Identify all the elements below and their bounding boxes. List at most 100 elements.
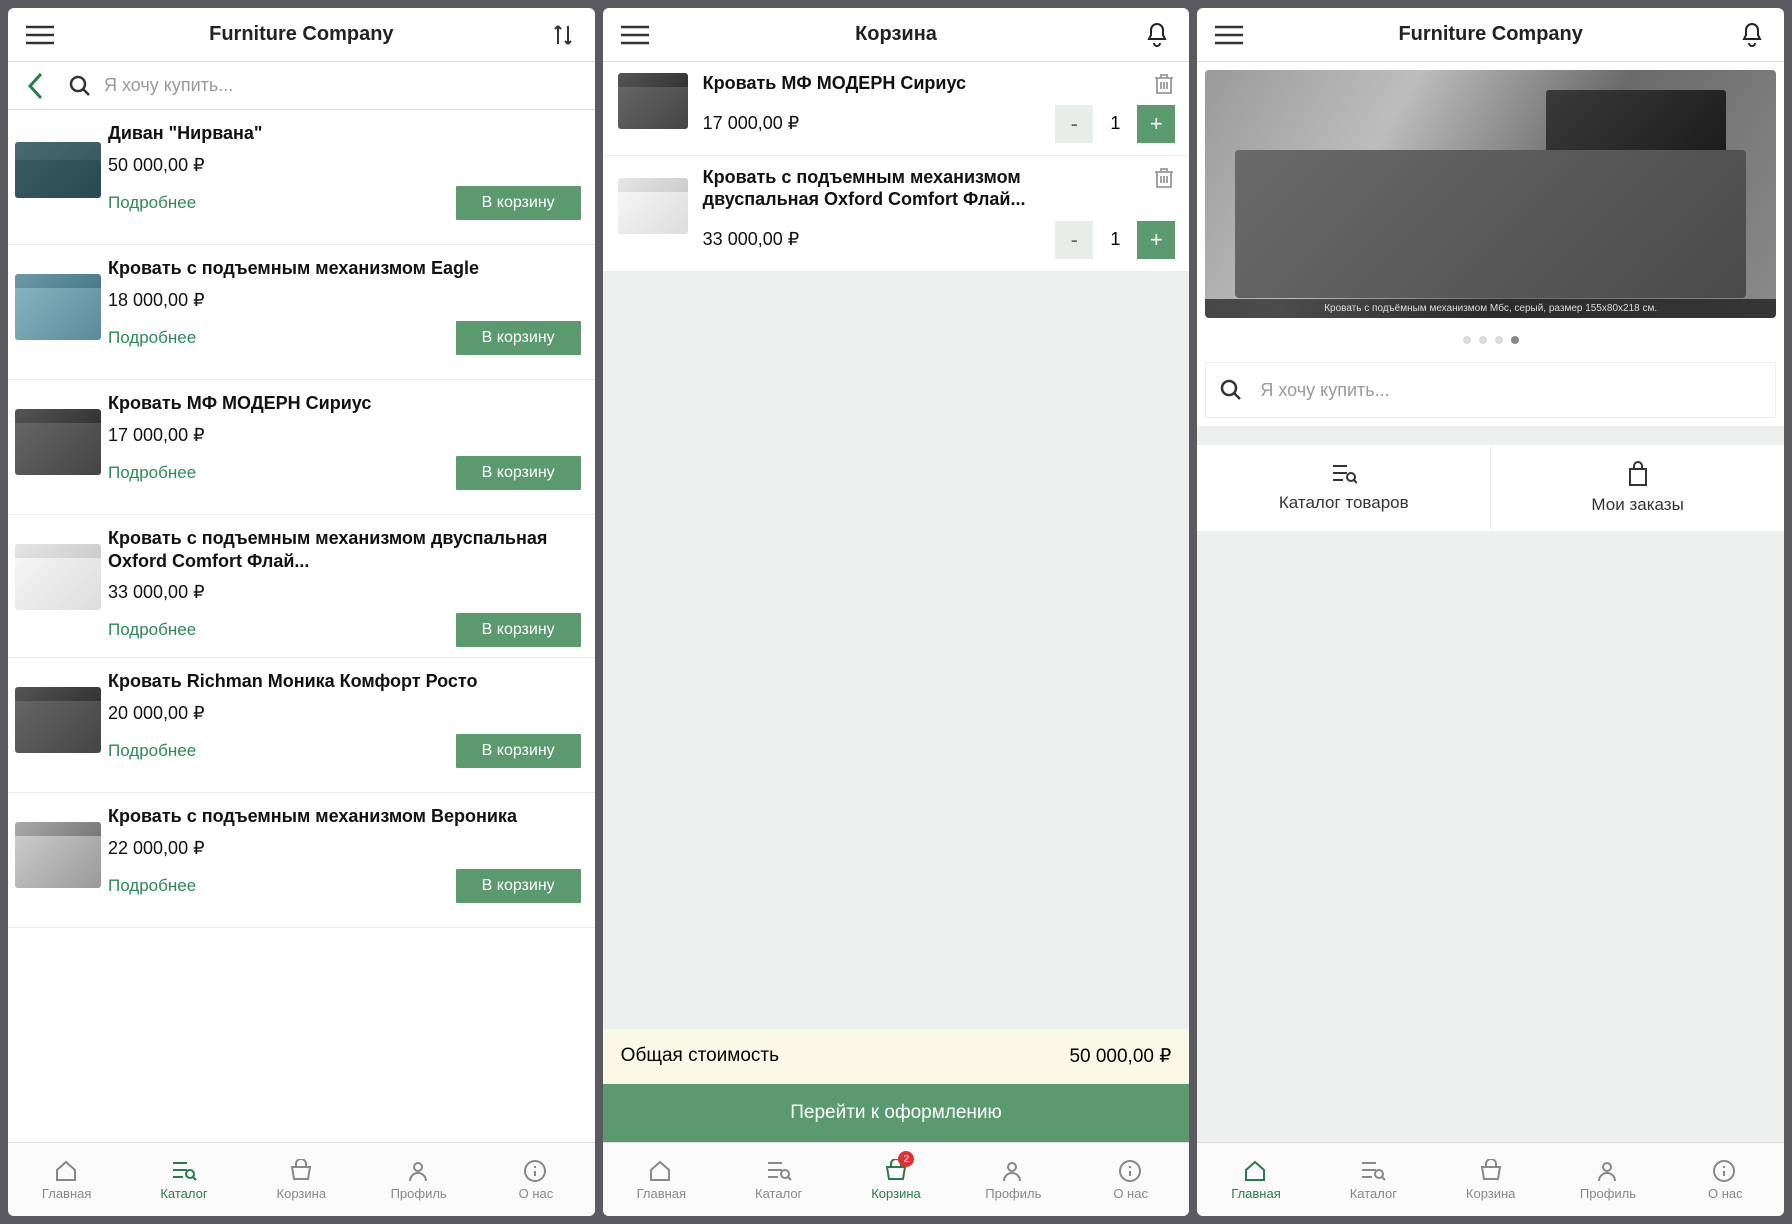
tab-about[interactable]: О нас [477, 1143, 594, 1216]
product-row[interactable]: Кровать с подъемным механизмом Вероника … [8, 793, 595, 928]
add-to-cart-button[interactable]: В корзину [456, 734, 581, 768]
total-value: 50 000,00 ₽ [1069, 1045, 1171, 1068]
product-thumb [8, 805, 108, 917]
tab-home[interactable]: Главная [603, 1143, 720, 1216]
cart-empty-space [603, 272, 1190, 1030]
qty-minus-button[interactable]: - [1055, 105, 1093, 143]
menu-icon[interactable] [617, 17, 653, 53]
tab-profile[interactable]: Профиль [955, 1143, 1072, 1216]
info-icon [1118, 1159, 1144, 1183]
tab-label: Профиль [1580, 1186, 1636, 1201]
tab-label: Корзина [871, 1186, 921, 1201]
product-row[interactable]: Кровать Richman Моника Комфорт Росто 20 … [8, 658, 595, 793]
back-icon[interactable] [18, 68, 54, 104]
menu-icon[interactable] [22, 17, 58, 53]
tab-label: Профиль [985, 1186, 1041, 1201]
add-to-cart-button[interactable]: В корзину [456, 869, 581, 903]
basket-icon [1478, 1159, 1504, 1183]
product-name: Кровать Richman Моника Комфорт Росто [108, 670, 581, 693]
product-price: 33 000,00 ₽ [108, 582, 581, 603]
search-bar[interactable] [1205, 362, 1776, 418]
tab-home[interactable]: Главная [8, 1143, 125, 1216]
qty-value: 1 [1093, 113, 1137, 134]
more-link[interactable]: Подробнее [108, 193, 196, 213]
qty-plus-button[interactable]: + [1137, 105, 1175, 143]
info-icon [1712, 1159, 1738, 1183]
tab-about[interactable]: О нас [1072, 1143, 1189, 1216]
trash-icon[interactable] [1153, 166, 1175, 190]
search-bar [8, 62, 595, 110]
qty-minus-button[interactable]: - [1055, 221, 1093, 259]
tab-catalog[interactable]: Каталог [720, 1143, 837, 1216]
cart-item: Кровать МФ МОДЕРН Сириус 17 000,00 ₽ - 1… [603, 62, 1190, 156]
bell-icon[interactable] [1139, 17, 1175, 53]
tab-home[interactable]: Главная [1197, 1143, 1314, 1216]
hero-banner[interactable]: Кровать с подъёмным механизмом Мбс, серы… [1205, 70, 1776, 318]
dot[interactable] [1463, 336, 1471, 344]
add-to-cart-button[interactable]: В корзину [456, 456, 581, 490]
profile-icon [1000, 1159, 1026, 1183]
catalog-button[interactable]: Каталог товаров [1197, 445, 1491, 531]
menu-icon[interactable] [1211, 17, 1247, 53]
more-link[interactable]: Подробнее [108, 620, 196, 640]
more-link[interactable]: Подробнее [108, 876, 196, 896]
more-link[interactable]: Подробнее [108, 463, 196, 483]
tab-catalog[interactable]: Каталог [125, 1143, 242, 1216]
add-to-cart-button[interactable]: В корзину [456, 321, 581, 355]
search-input[interactable] [98, 69, 585, 102]
tab-label: Каталог [1350, 1186, 1397, 1201]
tab-catalog[interactable]: Каталог [1315, 1143, 1432, 1216]
cart-item-price: 33 000,00 ₽ [703, 229, 800, 250]
product-list[interactable]: Диван "Нирвана" 50 000,00 ₽ Подробнее В … [8, 110, 595, 1142]
sort-icon[interactable] [545, 17, 581, 53]
home-icon [648, 1159, 674, 1183]
checkout-button[interactable]: Перейти к оформлению [603, 1084, 1190, 1142]
cart-screen: Корзина Кровать МФ МОДЕРН Сириус 17 000,… [603, 8, 1190, 1216]
cart-item-name: Кровать с подъемным механизмом двуспальн… [703, 166, 1176, 211]
more-link[interactable]: Подробнее [108, 328, 196, 348]
product-name: Кровать МФ МОДЕРН Сириус [108, 392, 581, 415]
add-to-cart-button[interactable]: В корзину [456, 186, 581, 220]
carousel-dots[interactable] [1197, 326, 1784, 354]
list-search-icon [1331, 463, 1357, 485]
tab-about[interactable]: О нас [1667, 1143, 1784, 1216]
product-price: 50 000,00 ₽ [108, 155, 581, 176]
search-input[interactable] [1254, 374, 1761, 407]
tab-cart[interactable]: Корзина2 [837, 1143, 954, 1216]
tabbar: Главная Каталог Корзина Профиль О нас [1197, 1142, 1784, 1216]
product-row[interactable]: Кровать с подъемным механизмом Eagle 18 … [8, 245, 595, 380]
tab-label: Главная [637, 1186, 686, 1201]
basket-icon [288, 1159, 314, 1183]
catalog-screen: Furniture Company Диван "Нирвана" 50 000… [8, 8, 595, 1216]
tab-profile[interactable]: Профиль [360, 1143, 477, 1216]
trash-icon[interactable] [1153, 72, 1175, 96]
page-title: Корзина [855, 23, 937, 46]
more-link[interactable]: Подробнее [108, 741, 196, 761]
cart-thumb [603, 166, 703, 259]
qty-value: 1 [1093, 229, 1137, 250]
product-thumb [8, 670, 108, 782]
orders-button-label: Мои заказы [1591, 495, 1683, 515]
cart-item-price: 17 000,00 ₽ [703, 113, 800, 134]
dot[interactable] [1479, 336, 1487, 344]
tab-cart[interactable]: Корзина [1432, 1143, 1549, 1216]
tab-profile[interactable]: Профиль [1549, 1143, 1666, 1216]
bell-icon[interactable] [1734, 17, 1770, 53]
product-row[interactable]: Диван "Нирвана" 50 000,00 ₽ Подробнее В … [8, 110, 595, 245]
spacer [1197, 426, 1784, 444]
list-search-icon [171, 1159, 197, 1183]
product-thumb [8, 527, 108, 639]
product-row[interactable]: Кровать МФ МОДЕРН Сириус 17 000,00 ₽ Под… [8, 380, 595, 515]
tab-label: О нас [519, 1186, 554, 1201]
orders-button[interactable]: Мои заказы [1491, 445, 1784, 531]
tab-label: Каталог [755, 1186, 802, 1201]
product-price: 22 000,00 ₽ [108, 838, 581, 859]
dot[interactable] [1495, 336, 1503, 344]
add-to-cart-button[interactable]: В корзину [456, 613, 581, 647]
tab-label: Корзина [1466, 1186, 1516, 1201]
dot-active[interactable] [1511, 336, 1519, 344]
tab-cart[interactable]: Корзина [243, 1143, 360, 1216]
qty-plus-button[interactable]: + [1137, 221, 1175, 259]
cart-thumb [603, 72, 703, 143]
product-row[interactable]: Кровать с подъемным механизмом двуспальн… [8, 515, 595, 658]
